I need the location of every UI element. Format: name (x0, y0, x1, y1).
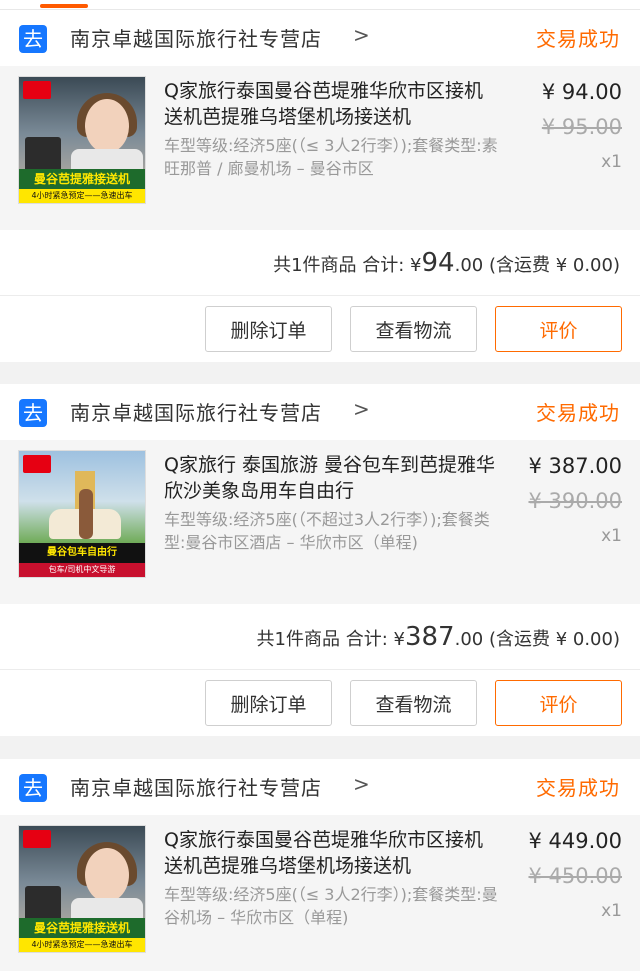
product-thumbnail[interactable]: 曼谷芭提雅接送机 4小时紧急预定——急速出车 (18, 76, 146, 204)
product-title[interactable]: Q家旅行 泰国旅游 曼谷包车到芭提雅华欣沙美象岛用车自由行 (164, 452, 500, 504)
summary-amount-int: 94 (421, 248, 455, 278)
review-button[interactable]: 评价 (495, 306, 622, 352)
order-actions: 删除订单 查看物流 评价 (0, 296, 640, 362)
product-quantity: x1 (601, 152, 622, 172)
product-price: ¥ 387.00 (528, 454, 622, 478)
thumbnail-banner: 曼谷包车自由行 (19, 543, 145, 563)
product-spec: 车型等级:经济5座(（≤ 3人2行李）);套餐类型:曼谷机场 – 华欣市区（单程… (164, 885, 498, 927)
taobao-shop-icon: 去 (19, 774, 47, 802)
order-card: 去 南京卓越国际旅行社专营店 > 交易成功 曼谷包车自由行 包车/司机中文导游 … (0, 384, 640, 736)
chevron-right-icon[interactable]: > (353, 23, 370, 47)
order-item[interactable]: 曼谷芭提雅接送机 4小时紧急预定——急速出车 Q家旅行泰国曼谷芭堤雅华欣市区接机… (0, 815, 640, 971)
product-spec: 车型等级:经济5座(（≤ 3人2行李）);套餐类型:素旺那普 / 廊曼机场 – … (164, 136, 498, 178)
summary-count-label: 共1件商品 合计: ¥ (273, 255, 422, 276)
shop-header[interactable]: 去 南京卓越国际旅行社专营店 > 交易成功 (0, 10, 640, 66)
summary-amount-dec: .00 (454, 255, 484, 276)
product-price: ¥ 449.00 (528, 829, 622, 853)
order-status: 交易成功 (536, 27, 620, 51)
thumbnail-strip: 4小时紧急预定——急速出车 (19, 938, 145, 952)
shop-name[interactable]: 南京卓越国际旅行社专营店 (70, 23, 322, 52)
brand-logo-icon (23, 830, 51, 848)
original-price: ¥ 390.00 (528, 489, 622, 513)
original-price: ¥ 95.00 (541, 115, 622, 139)
chevron-right-icon[interactable]: > (353, 397, 370, 421)
summary-amount-dec: .00 (454, 629, 484, 650)
view-logistics-button[interactable]: 查看物流 (350, 680, 477, 726)
summary-shipping: (含运费 ¥ 0.00) (488, 255, 620, 276)
summary-amount-int: 387 (404, 622, 455, 652)
summary-count-label: 共1件商品 合计: ¥ (256, 629, 405, 650)
shop-header[interactable]: 去 南京卓越国际旅行社专营店 > 交易成功 (0, 759, 640, 815)
view-logistics-button[interactable]: 查看物流 (350, 306, 477, 352)
product-quantity: x1 (601, 901, 622, 921)
taobao-shop-icon: 去 (19, 25, 47, 53)
order-summary: 共1件商品 合计: ¥387.00 (含运费 ¥ 0.00) (0, 604, 640, 670)
order-summary: 共1件商品 合计: ¥94.00 (含运费 ¥ 0.00) (0, 230, 640, 296)
order-status: 交易成功 (536, 776, 620, 800)
original-price: ¥ 450.00 (528, 864, 622, 888)
thumbnail-strip: 包车/司机中文导游 (19, 563, 145, 577)
product-thumbnail[interactable]: 曼谷芭提雅接送机 4小时紧急预定——急速出车 (18, 825, 146, 953)
shop-header[interactable]: 去 南京卓越国际旅行社专营店 > 交易成功 (0, 384, 640, 440)
product-title[interactable]: Q家旅行泰国曼谷芭堤雅华欣市区接机送机芭提雅乌塔堡机场接送机 (164, 78, 500, 130)
tab-indicator (40, 4, 88, 8)
thumbnail-strip: 4小时紧急预定——急速出车 (19, 189, 145, 203)
top-divider (0, 0, 640, 10)
delete-order-button[interactable]: 删除订单 (205, 680, 332, 726)
thumbnail-banner: 曼谷芭提雅接送机 (19, 169, 145, 189)
product-title[interactable]: Q家旅行泰国曼谷芭堤雅华欣市区接机送机芭提雅乌塔堡机场接送机 (164, 827, 500, 879)
product-spec: 车型等级:经济5座(（不超过3人2行李）);套餐类型:曼谷市区酒店 – 华欣市区… (164, 510, 490, 552)
delete-order-button[interactable]: 删除订单 (205, 306, 332, 352)
shop-name[interactable]: 南京卓越国际旅行社专营店 (70, 772, 322, 801)
product-price: ¥ 94.00 (541, 80, 622, 104)
thumbnail-banner: 曼谷芭提雅接送机 (19, 918, 145, 938)
shop-name[interactable]: 南京卓越国际旅行社专营店 (70, 397, 322, 426)
order-card: 去 南京卓越国际旅行社专营店 > 交易成功 曼谷芭提雅接送机 4小时紧急预定——… (0, 759, 640, 971)
product-quantity: x1 (601, 526, 622, 546)
product-thumbnail[interactable]: 曼谷包车自由行 包车/司机中文导游 (18, 450, 146, 578)
order-actions: 删除订单 查看物流 评价 (0, 670, 640, 736)
summary-shipping: (含运费 ¥ 0.00) (488, 629, 620, 650)
taobao-shop-icon: 去 (19, 399, 47, 427)
review-button[interactable]: 评价 (495, 680, 622, 726)
chevron-right-icon[interactable]: > (353, 772, 370, 796)
order-item[interactable]: 曼谷包车自由行 包车/司机中文导游 Q家旅行 泰国旅游 曼谷包车到芭提雅华欣沙美… (0, 440, 640, 604)
order-card: 去 南京卓越国际旅行社专营店 > 交易成功 曼谷芭提雅接送机 4小时紧急预定——… (0, 10, 640, 362)
brand-logo-icon (23, 455, 51, 473)
order-status: 交易成功 (536, 401, 620, 425)
order-item[interactable]: 曼谷芭提雅接送机 4小时紧急预定——急速出车 Q家旅行泰国曼谷芭堤雅华欣市区接机… (0, 66, 640, 230)
brand-logo-icon (23, 81, 51, 99)
